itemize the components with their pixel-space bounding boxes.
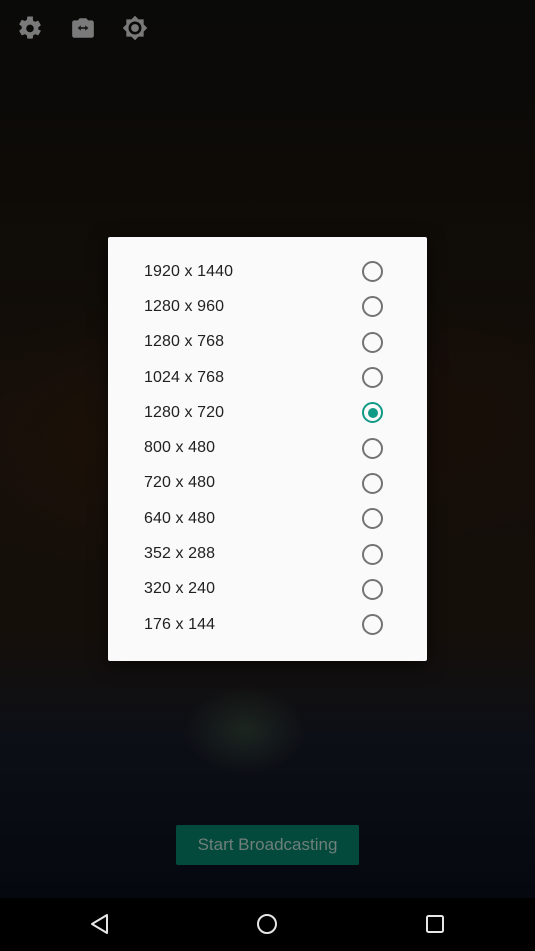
resolution-option-label: 176 x 144 [144, 615, 216, 633]
switch-camera-icon[interactable] [70, 15, 96, 41]
resolution-option-label: 320 x 240 [144, 580, 216, 598]
resolution-option-label: 1024 x 768 [144, 368, 225, 386]
top-toolbar [0, 0, 535, 56]
settings-icon[interactable] [17, 15, 43, 41]
radio-button[interactable] [362, 543, 383, 565]
resolution-option[interactable]: 720 x 480 [108, 466, 427, 501]
radio-button[interactable] [362, 367, 383, 389]
radio-button-checked[interactable] [362, 402, 383, 424]
resolution-option[interactable]: 1280 x 720 [108, 395, 427, 430]
radio-button[interactable] [362, 578, 383, 600]
resolution-option[interactable]: 320 x 240 [108, 572, 427, 607]
resolution-option[interactable]: 1920 x 1440 [108, 254, 427, 289]
resolution-option[interactable]: 1280 x 768 [108, 325, 427, 360]
resolution-option-label: 720 x 480 [144, 474, 216, 492]
resolution-option[interactable]: 640 x 480 [108, 501, 427, 536]
start-broadcasting-button[interactable]: Start Broadcasting [176, 825, 359, 865]
radio-button[interactable] [362, 437, 383, 459]
back-icon[interactable] [87, 911, 113, 937]
radio-button[interactable] [362, 331, 383, 353]
resolution-option[interactable]: 176 x 144 [108, 607, 427, 642]
resolution-option-label: 640 x 480 [144, 509, 216, 527]
resolution-option-label: 1920 x 1440 [144, 262, 234, 280]
radio-button[interactable] [362, 261, 383, 283]
radio-button[interactable] [362, 614, 383, 636]
resolution-option-label: 1280 x 768 [144, 333, 225, 351]
radio-button[interactable] [362, 508, 383, 530]
resolution-option-label: 800 x 480 [144, 439, 216, 457]
home-icon[interactable] [254, 911, 280, 937]
resolution-option-label: 1280 x 720 [144, 403, 225, 421]
resolution-option[interactable]: 1280 x 960 [108, 289, 427, 324]
resolution-dialog: 1920 x 1440 1280 x 960 1280 x 768 1024 x 76… [108, 237, 427, 661]
resolution-option-label: 1280 x 960 [144, 297, 225, 315]
radio-button[interactable] [362, 296, 383, 318]
camera-preview-background: 1920 x 1440 1280 x 960 1280 x 768 1024 x 76… [0, 0, 535, 898]
navigation-bar [0, 898, 535, 951]
resolution-option-label: 352 x 288 [144, 545, 216, 563]
recents-icon[interactable] [422, 911, 448, 937]
radio-button[interactable] [362, 472, 383, 494]
resolution-option[interactable]: 1024 x 768 [108, 360, 427, 395]
brightness-icon[interactable] [122, 15, 148, 41]
resolution-option[interactable]: 800 x 480 [108, 430, 427, 465]
resolution-option[interactable]: 352 x 288 [108, 536, 427, 571]
